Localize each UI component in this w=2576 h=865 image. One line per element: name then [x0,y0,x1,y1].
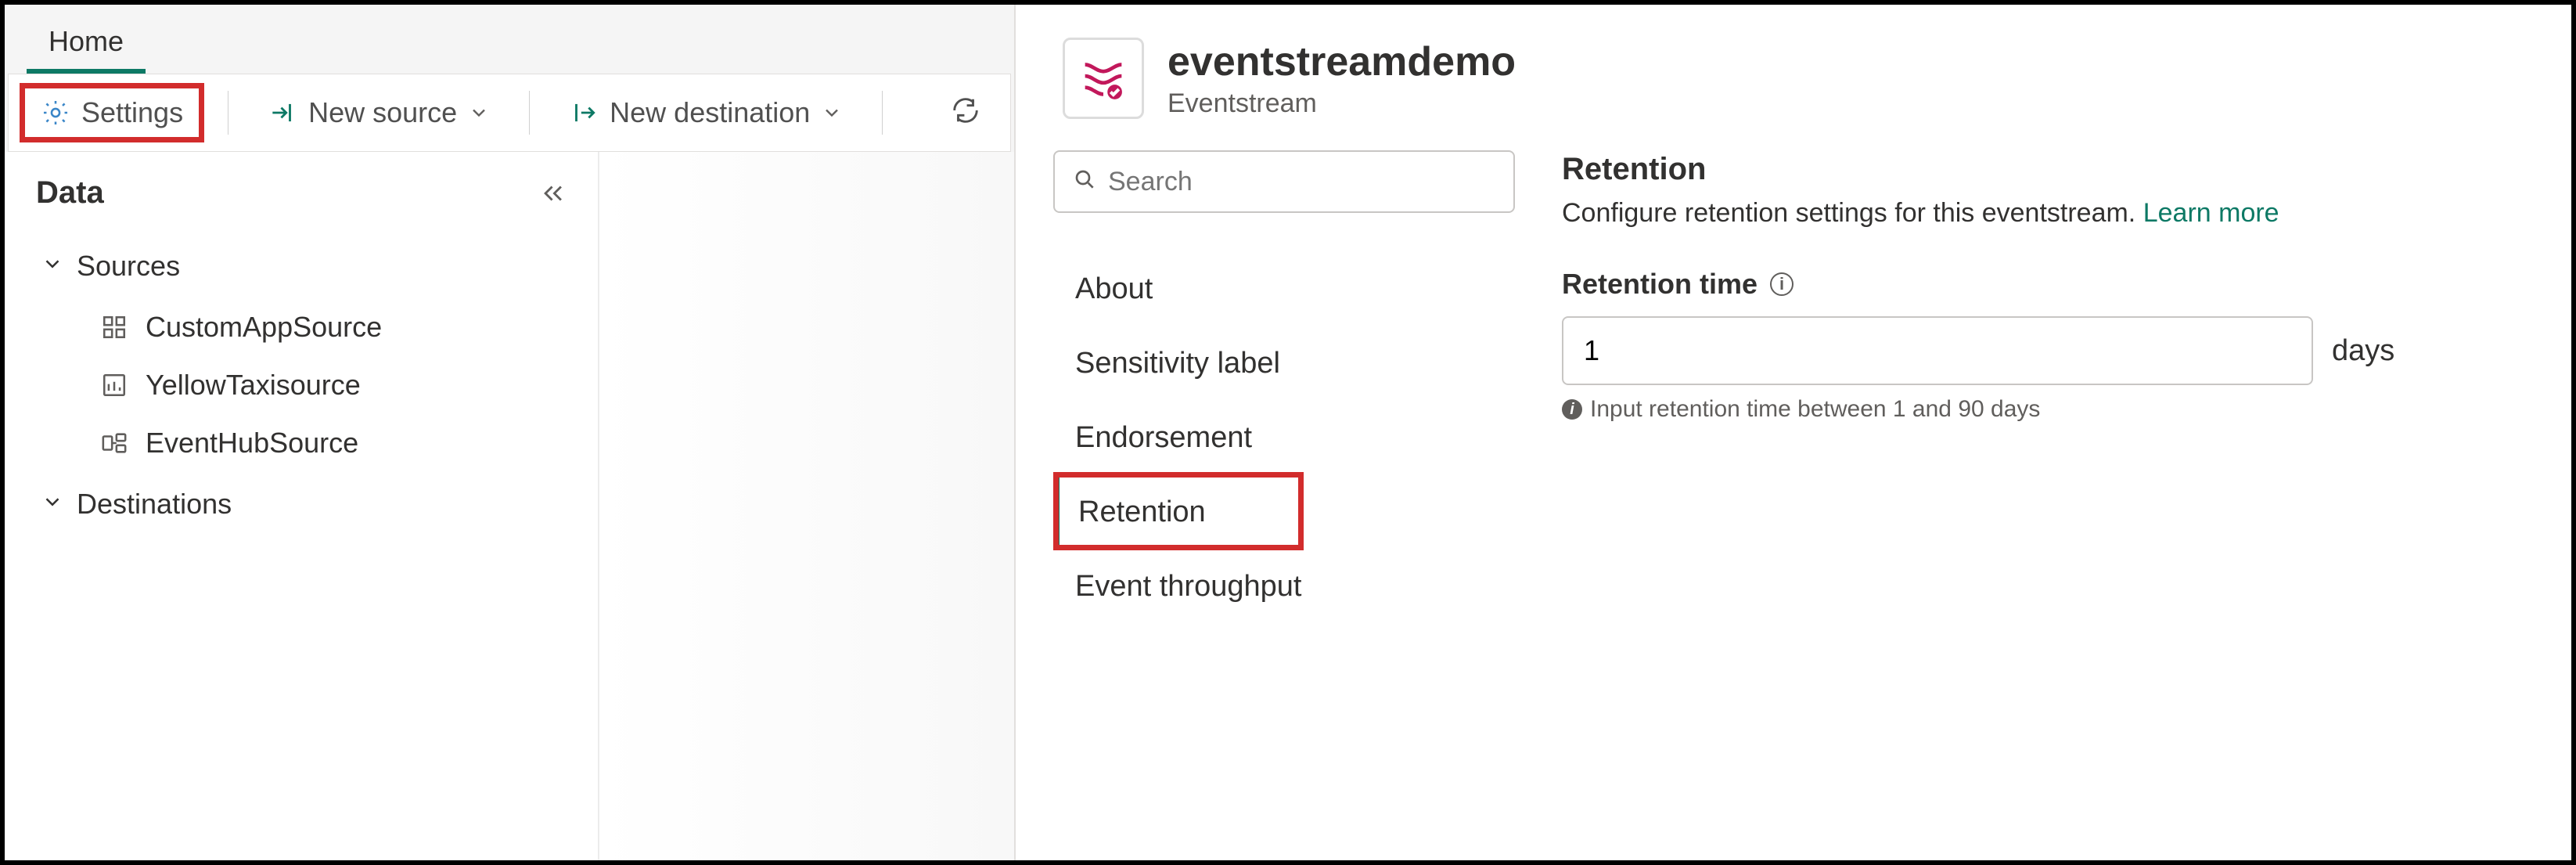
settings-button[interactable]: Settings [20,83,204,142]
new-destination-label: New destination [610,96,810,129]
chevron-down-icon [41,488,64,521]
source-item-yellowtaxi[interactable]: YellowTaxisource [20,356,582,414]
settings-search-input[interactable] [1108,167,1496,197]
toolbar-divider [882,91,883,135]
nav-sensitivity[interactable]: Sensitivity label [1053,326,1515,401]
source-item-customapp[interactable]: CustomAppSource [20,298,582,356]
destinations-label: Destinations [77,488,232,521]
tab-home[interactable]: Home [27,11,146,74]
nav-throughput[interactable]: Event throughput [1053,550,1515,624]
source-icon [268,98,297,128]
nav-retention-label: Retention [1078,496,1206,528]
source-item-label: YellowTaxisource [146,369,361,402]
retention-unit-label: days [2332,334,2394,368]
source-item-label: CustomAppSource [146,311,382,344]
eventhub-icon [99,427,130,459]
sources-label: Sources [77,250,180,283]
entity-type-label: Eventstream [1167,88,1516,119]
settings-search[interactable] [1053,150,1515,213]
collapse-sidebar-button[interactable] [540,180,567,207]
ribbon-tabs: Home [5,5,1014,74]
retention-hint: i Input retention time between 1 and 90 … [1562,396,2534,423]
refresh-button[interactable] [943,85,999,142]
info-badge-icon: i [1562,399,1582,420]
sources-group-header[interactable]: Sources [20,234,582,298]
refresh-icon [951,106,980,130]
chevron-down-icon [41,250,64,283]
destinations-group-header[interactable]: Destinations [20,472,582,536]
retention-time-input[interactable] [1562,316,2313,385]
chevron-double-left-icon [540,180,567,207]
nav-endorsement[interactable]: Endorsement [1053,401,1515,475]
gear-icon [41,98,70,128]
retention-hint-text: Input retention time between 1 and 90 da… [1590,396,2040,423]
new-source-label: New source [308,96,457,129]
section-heading: Retention [1562,152,2534,187]
canvas-area[interactable] [599,152,1014,860]
info-icon[interactable]: i [1770,272,1793,296]
settings-pane: eventstreamdemo Eventstream About Sensit… [1014,5,2571,860]
eventstream-type-icon [1063,38,1144,119]
chevron-down-icon [821,102,843,124]
sample-data-icon [99,369,130,401]
entity-title: eventstreamdemo [1167,38,1516,85]
new-source-button[interactable]: New source [252,85,505,140]
nav-about[interactable]: About [1053,252,1515,326]
search-icon [1072,167,1097,197]
settings-button-label: Settings [81,96,183,129]
section-description-text: Configure retention settings for this ev… [1562,198,2143,228]
toolbar: Settings New source [8,74,1011,152]
sidebar-title: Data [36,175,104,211]
destination-icon [569,98,599,128]
nav-retention[interactable]: Retention [1053,475,1515,550]
retention-time-label: Retention time [1562,268,1758,301]
section-description: Configure retention settings for this ev… [1562,198,2534,229]
learn-more-link[interactable]: Learn more [2143,198,2279,228]
toolbar-divider [529,91,530,135]
new-destination-button[interactable]: New destination [553,85,858,140]
chevron-down-icon [468,102,490,124]
source-item-eventhub[interactable]: EventHubSource [20,414,582,472]
source-item-label: EventHubSource [146,427,358,460]
app-grid-icon [99,312,130,343]
data-sidebar: Data Sources [5,152,599,860]
